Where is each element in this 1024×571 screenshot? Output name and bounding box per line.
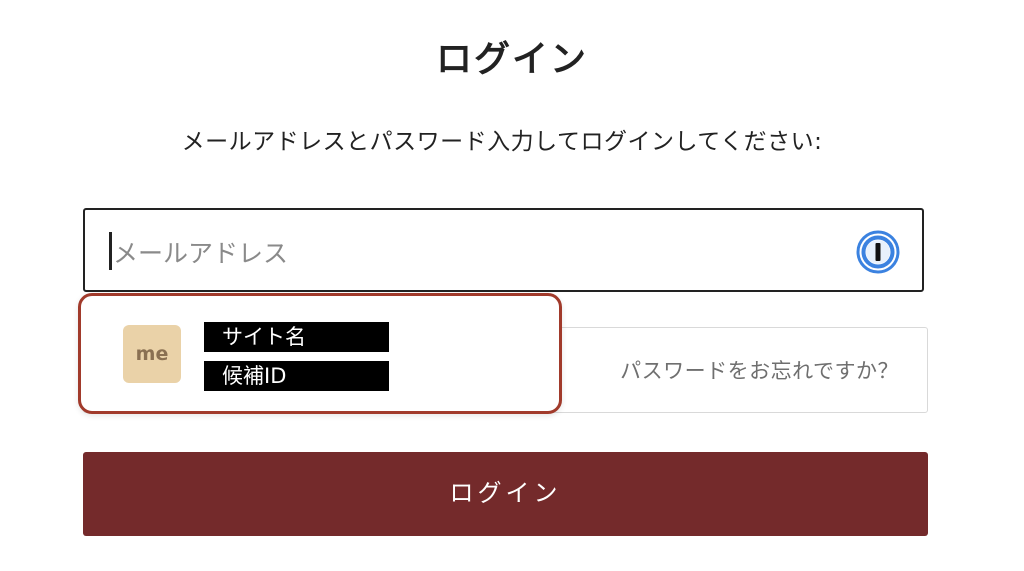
login-button[interactable]: ログイン bbox=[83, 452, 928, 536]
forgot-password-link[interactable]: パスワードをお忘れですか？ bbox=[620, 355, 899, 385]
email-placeholder: メールアドレス bbox=[113, 239, 289, 268]
login-page: ログイン メールアドレスとパスワード入力してログインしてください: メールアドレ… bbox=[0, 0, 1024, 571]
page-instructions: メールアドレスとパスワード入力してログインしてください: bbox=[181, 129, 823, 155]
autofill-candidate-id: 候補ID bbox=[204, 361, 389, 391]
page-title: ログイン bbox=[435, 39, 588, 80]
site-avatar: me bbox=[123, 325, 181, 383]
1password-icon[interactable] bbox=[856, 230, 900, 274]
autofill-site-name: サイト名 bbox=[204, 322, 389, 352]
text-cursor bbox=[109, 232, 112, 270]
autofill-suggestion[interactable]: me サイト名 候補ID bbox=[78, 293, 562, 414]
email-field[interactable]: メールアドレス bbox=[83, 208, 924, 292]
